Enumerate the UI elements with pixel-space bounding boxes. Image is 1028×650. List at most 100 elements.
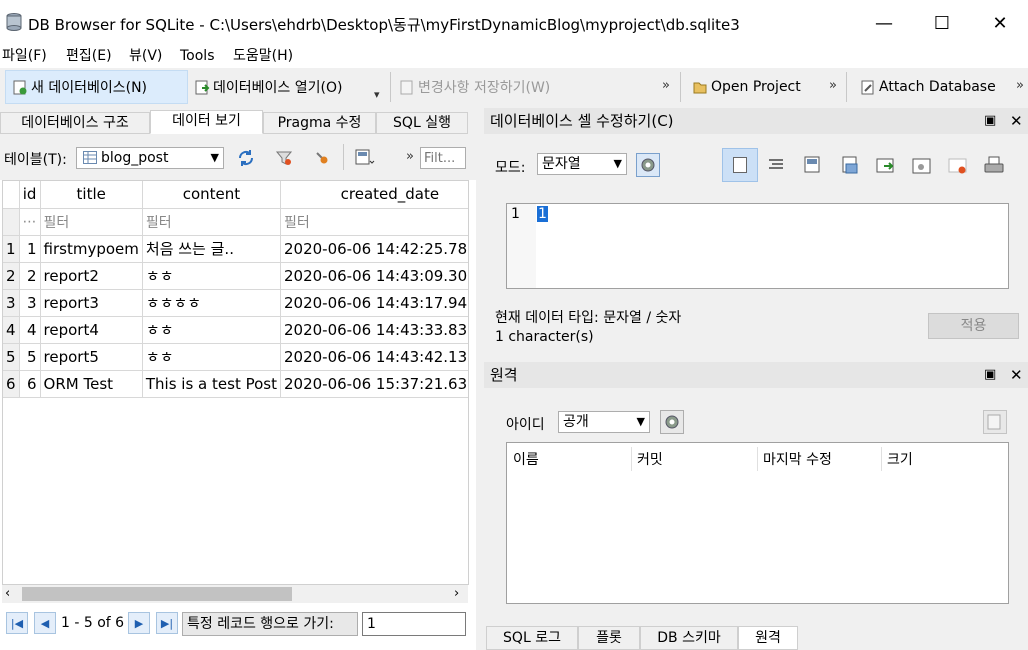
- column-header-name[interactable]: 이름: [513, 449, 539, 469]
- tab-database-structure[interactable]: 데이터베이스 구조: [0, 112, 150, 134]
- row-number[interactable]: 1: [3, 235, 20, 263]
- image-icon[interactable]: [912, 156, 932, 176]
- table-select[interactable]: blog_post ▼: [76, 147, 224, 169]
- tab-edit-pragmas[interactable]: Pragma 수정: [263, 112, 376, 134]
- cell-id[interactable]: 4: [19, 316, 41, 344]
- export-file-icon[interactable]: [840, 156, 860, 176]
- toolbar-overflow-icon[interactable]: »: [829, 78, 837, 93]
- scroll-left-icon[interactable]: ‹: [5, 586, 10, 601]
- cell-id[interactable]: 1: [19, 235, 41, 263]
- import-file-icon[interactable]: [804, 156, 824, 176]
- tab-db-schema[interactable]: DB 스키마: [640, 626, 738, 650]
- row-number[interactable]: 2: [3, 262, 20, 290]
- table-row[interactable]: 3 3 report3 ㅎㅎㅎㅎ 2020-06-06 14:43:17.941…: [3, 289, 468, 317]
- filter-search-input[interactable]: [420, 147, 466, 169]
- toolbar-overflow-icon[interactable]: »: [662, 78, 670, 93]
- cell-content[interactable]: ㅎㅎㅎㅎ: [142, 289, 281, 317]
- auto-switch-mode-button[interactable]: [636, 153, 660, 177]
- cell-title[interactable]: report2: [40, 262, 143, 290]
- scrollbar-thumb[interactable]: [22, 587, 292, 601]
- browse-overflow-icon[interactable]: »: [406, 149, 414, 164]
- clear-filters-icon[interactable]: [275, 149, 293, 167]
- filter-cell-created-date[interactable]: 필터: [280, 208, 468, 236]
- menu-view[interactable]: 뷰(V): [129, 46, 162, 68]
- save-table-icon[interactable]: [355, 149, 375, 167]
- close-button[interactable]: ✕: [971, 0, 1028, 46]
- cell-created-date[interactable]: 2020-06-06 14:43:17.94174: [280, 289, 468, 317]
- cell-content[interactable]: 처음 쓰는 글..: [142, 235, 281, 263]
- table-row[interactable]: 5 5 report5 ㅎㅎ 2020-06-06 14:43:42.13856: [3, 343, 468, 371]
- cell-content[interactable]: This is a test Post: [142, 370, 281, 398]
- open-database-dropdown-icon[interactable]: ▾: [374, 88, 380, 101]
- cell-content[interactable]: ㅎㅎ: [142, 316, 281, 344]
- cell-editor[interactable]: 1 1: [506, 203, 1009, 289]
- column-header-created-date[interactable]: created_date: [280, 181, 468, 209]
- column-header-id[interactable]: id: [19, 181, 41, 209]
- row-number[interactable]: 4: [3, 316, 20, 344]
- cell-created-date[interactable]: 2020-06-06 15:37:21.63808: [280, 370, 468, 398]
- horizontal-scrollbar[interactable]: ‹ ›: [2, 585, 468, 603]
- cell-created-date[interactable]: 2020-06-06 14:43:33.83860: [280, 316, 468, 344]
- apply-button[interactable]: 적용: [928, 313, 1019, 339]
- menu-help[interactable]: 도움말(H): [233, 46, 293, 68]
- cell-created-date[interactable]: 2020-06-06 14:43:09.30032: [280, 262, 468, 290]
- previous-record-icon[interactable]: ◀: [34, 612, 56, 634]
- cell-id[interactable]: 3: [19, 289, 41, 317]
- close-panel-icon[interactable]: ✕: [1010, 362, 1023, 388]
- column-header-commit[interactable]: 커밋: [637, 449, 663, 469]
- row-number[interactable]: 5: [3, 343, 20, 371]
- tab-plot[interactable]: 플롯: [578, 626, 640, 650]
- cell-id[interactable]: 2: [19, 262, 41, 290]
- cell-title[interactable]: report4: [40, 316, 143, 344]
- cell-value-text[interactable]: 1: [537, 206, 548, 222]
- cell-created-date[interactable]: 2020-06-06 14:42:25.78026: [280, 235, 468, 263]
- new-database-button[interactable]: 새 데이터베이스(N): [5, 70, 188, 104]
- next-record-icon[interactable]: ▶: [128, 612, 150, 634]
- filter-cell-title[interactable]: 필터: [40, 208, 143, 236]
- table-row[interactable]: 1 1 firstmypoem 처음 쓰는 글.. 2020-06-06 14:…: [3, 235, 468, 263]
- write-changes-button[interactable]: 변경사항 저장하기(W): [393, 70, 583, 104]
- column-header-last-modified[interactable]: 마지막 수정: [763, 449, 832, 469]
- clear-sorting-icon[interactable]: [313, 149, 331, 167]
- cell-title[interactable]: firstmypoem: [40, 235, 143, 263]
- maximize-button[interactable]: ☐: [913, 0, 971, 46]
- table-row[interactable]: 4 4 report4 ㅎㅎ 2020-06-06 14:43:33.83860: [3, 316, 468, 344]
- goto-record-button[interactable]: 특정 레코드 행으로 가기:: [182, 612, 358, 636]
- cell-title[interactable]: report5: [40, 343, 143, 371]
- attach-database-button[interactable]: Attach Database: [854, 70, 1004, 104]
- clear-cell-icon[interactable]: [948, 156, 968, 176]
- tab-remote[interactable]: 원격: [738, 626, 798, 650]
- cell-created-date[interactable]: 2020-06-06 14:43:42.13856: [280, 343, 468, 371]
- open-project-button[interactable]: Open Project: [686, 70, 816, 104]
- scroll-right-icon[interactable]: ›: [454, 586, 459, 601]
- table-row[interactable]: 6 6 ORM Test This is a test Post 2020-06…: [3, 370, 468, 398]
- cell-title[interactable]: report3: [40, 289, 143, 317]
- goto-record-input[interactable]: [362, 612, 466, 636]
- menu-tools[interactable]: Tools: [180, 46, 215, 68]
- column-header-title[interactable]: title: [40, 181, 143, 209]
- first-record-icon[interactable]: |◀: [6, 612, 28, 634]
- row-number[interactable]: 6: [3, 370, 20, 398]
- push-database-button[interactable]: [983, 410, 1007, 434]
- mode-select[interactable]: 문자열 ▼: [537, 153, 627, 175]
- identity-select[interactable]: 공개 ▼: [558, 411, 650, 433]
- tab-execute-sql[interactable]: SQL 실행: [376, 112, 468, 134]
- word-wrap-button[interactable]: [722, 148, 758, 182]
- menu-edit[interactable]: 편집(E): [66, 46, 112, 68]
- open-database-button[interactable]: 데이터베이스 열기(O): [188, 70, 368, 104]
- identity-settings-button[interactable]: [660, 410, 684, 434]
- cell-id[interactable]: 6: [19, 370, 41, 398]
- minimize-button[interactable]: —: [855, 0, 913, 46]
- tab-browse-data[interactable]: 데이터 보기: [150, 110, 263, 134]
- last-record-icon[interactable]: ▶|: [156, 612, 178, 634]
- tab-sql-log[interactable]: SQL 로그: [486, 626, 578, 650]
- float-panel-icon[interactable]: ▣: [984, 362, 996, 388]
- toolbar-overflow-icon[interactable]: »: [1016, 78, 1024, 93]
- remote-file-list[interactable]: 이름 커밋 마지막 수정 크기: [506, 442, 1009, 604]
- cell-content[interactable]: ㅎㅎ: [142, 343, 281, 371]
- align-text-icon[interactable]: [768, 158, 784, 172]
- cell-content[interactable]: ㅎㅎ: [142, 262, 281, 290]
- print-icon[interactable]: [984, 156, 1004, 176]
- refresh-icon[interactable]: [237, 149, 255, 167]
- cell-id[interactable]: 5: [19, 343, 41, 371]
